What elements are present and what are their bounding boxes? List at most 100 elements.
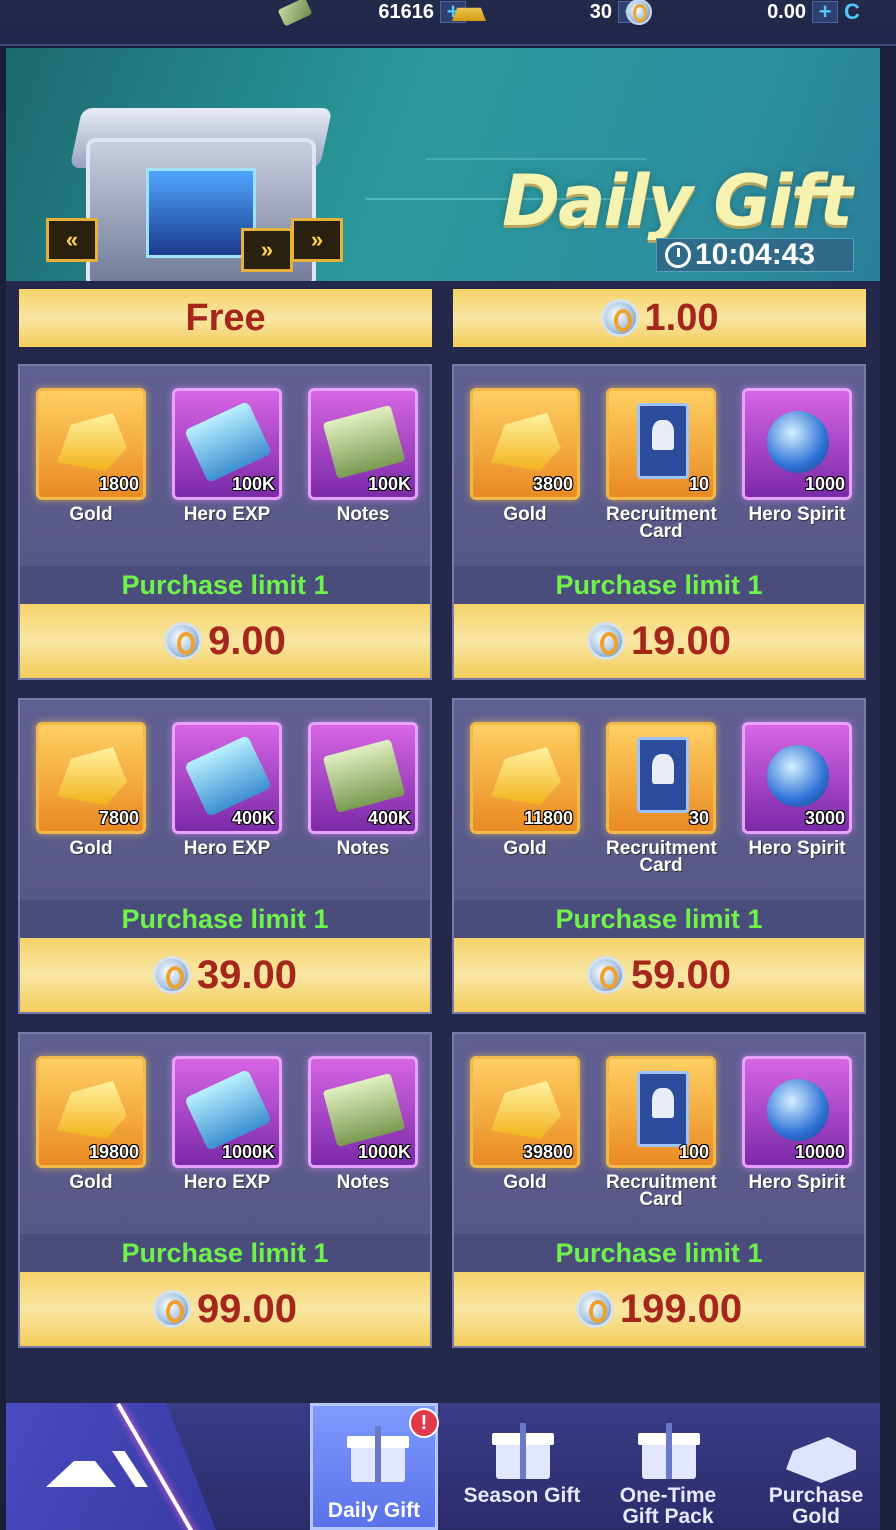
- gift-pack-card: 1800 Gold 100K Hero EXP 100K Notes Purchase…: [18, 364, 432, 680]
- tab-label: Daily Gift: [327, 1499, 421, 1522]
- item-label: Hero EXP: [183, 1172, 271, 1193]
- gold-value: 30: [589, 0, 612, 23]
- tab-season-gift[interactable]: Season Gift: [458, 1403, 586, 1530]
- chevron-chip-icon: «: [46, 218, 98, 262]
- buy-button[interactable]: 199.00: [454, 1272, 864, 1346]
- coin-resource: 0.00 + C: [626, 0, 860, 25]
- price-label: 19.00: [630, 618, 732, 663]
- coin-icon: [152, 1290, 191, 1328]
- tab-label: One-Time Gift Pack: [619, 1484, 717, 1528]
- buy-button[interactable]: 39.00: [20, 938, 430, 1012]
- item-label: Notes: [336, 504, 390, 525]
- hero-spirit-icon[interactable]: 10000: [742, 1056, 852, 1168]
- coin-icon: [600, 299, 639, 337]
- gold-icon[interactable]: 39800: [470, 1056, 580, 1168]
- cash-value: 61616: [378, 0, 434, 23]
- item-label: Recruitment Card: [606, 838, 717, 876]
- purchase-limit: Purchase limit 1: [454, 566, 864, 604]
- home-button[interactable]: [6, 1403, 216, 1530]
- purchase-limit: Purchase limit 1: [20, 566, 430, 604]
- refresh-icon[interactable]: C: [844, 0, 860, 25]
- gold-resource: 30 +: [452, 0, 644, 24]
- clock-icon: [665, 242, 691, 268]
- price-button[interactable]: 1.00: [453, 289, 866, 347]
- price-label: 99.00: [196, 1286, 298, 1331]
- item-label: Hero EXP: [183, 838, 271, 859]
- tab-label: Purchase Gold: [768, 1484, 864, 1528]
- hero-exp-icon[interactable]: 400K: [172, 722, 282, 834]
- resource-bar: 61616 + 30 + 0.00 + C: [0, 0, 896, 46]
- item-label: Recruitment Card: [606, 504, 717, 542]
- purchase-limit: Purchase limit 1: [454, 1234, 864, 1272]
- item-label: Hero Spirit: [748, 1172, 846, 1193]
- coin-icon: [586, 622, 625, 660]
- buy-button[interactable]: 19.00: [454, 604, 864, 678]
- hero-spirit-icon[interactable]: 1000: [742, 388, 852, 500]
- price-label: 1.00: [644, 296, 719, 339]
- gift-pack-card: 39800 Gold 100 Recruitment Card 10000 Hero …: [452, 1032, 866, 1348]
- notes-icon[interactable]: 1000K: [308, 1056, 418, 1168]
- coin-icon: [626, 0, 660, 25]
- item-label: Hero Spirit: [748, 838, 846, 859]
- item-label: Gold: [69, 1172, 113, 1193]
- countdown-timer: 10:04:43: [656, 238, 854, 272]
- item-label: Hero Spirit: [748, 504, 846, 525]
- hero-exp-icon[interactable]: 100K: [172, 388, 282, 500]
- buy-button[interactable]: 9.00: [20, 604, 430, 678]
- logo-icon: [46, 1451, 148, 1491]
- gold-icon[interactable]: 1800: [36, 388, 146, 500]
- banner-title: Daily Gift: [502, 160, 853, 242]
- coin-value: 0.00: [767, 0, 806, 23]
- gold-icon[interactable]: 7800: [36, 722, 146, 834]
- coin-icon: [164, 622, 203, 660]
- gift-pack-icon: [638, 1423, 700, 1479]
- alert-badge: !: [409, 1408, 439, 1438]
- buy-button[interactable]: 99.00: [20, 1272, 430, 1346]
- gift-box-icon: [492, 1423, 554, 1479]
- recruitment-card-icon[interactable]: 30: [606, 722, 716, 834]
- gold-icon[interactable]: 3800: [470, 388, 580, 500]
- recruitment-card-icon[interactable]: 100: [606, 1056, 716, 1168]
- chevron-chip-icon: »: [291, 218, 343, 262]
- gold-bar-icon: [452, 0, 486, 25]
- add-coin-button[interactable]: +: [812, 1, 838, 23]
- gold-icon[interactable]: 11800: [470, 722, 580, 834]
- hero-exp-icon[interactable]: 1000K: [172, 1056, 282, 1168]
- gift-pack-card: 19800 Gold 1000K Hero EXP 1000K Notes Purch…: [18, 1032, 432, 1348]
- cash-icon: [277, 0, 314, 27]
- item-label: Hero EXP: [183, 504, 271, 525]
- buy-button[interactable]: 59.00: [454, 938, 864, 1012]
- gift-pack-card: 11800 Gold 30 Recruitment Card 3000 Hero Sp…: [452, 698, 866, 1014]
- tab-purchase-gold[interactable]: Purchase Gold: [752, 1403, 880, 1530]
- hero-spirit-icon[interactable]: 3000: [742, 722, 852, 834]
- gift-icon: [347, 1426, 409, 1482]
- recruitment-card-icon[interactable]: 10: [606, 388, 716, 500]
- item-label: Notes: [336, 838, 390, 859]
- tab-label: Season Gift: [463, 1484, 581, 1507]
- purchase-limit: Purchase limit 1: [20, 900, 430, 938]
- gift-pack-card: 3800 Gold 10 Recruitment Card 1000 Hero Spi…: [452, 364, 866, 680]
- item-label: Gold: [503, 1172, 547, 1193]
- free-claim-button[interactable]: Free: [19, 289, 432, 347]
- treasure-chest-image: « » »: [36, 88, 366, 281]
- coin-icon: [586, 956, 625, 994]
- notes-icon[interactable]: 400K: [308, 722, 418, 834]
- item-label: Gold: [69, 504, 113, 525]
- price-label: 39.00: [196, 952, 298, 997]
- item-label: Gold: [503, 838, 547, 859]
- item-label: Gold: [503, 504, 547, 525]
- item-label: Recruitment Card: [606, 1172, 717, 1210]
- coin-icon: [152, 956, 191, 994]
- price-label: 59.00: [630, 952, 732, 997]
- timer-text: 10:04:43: [695, 238, 816, 271]
- purchase-limit: Purchase limit 1: [20, 1234, 430, 1272]
- tab-one-time-gift-pack[interactable]: One-Time Gift Pack: [604, 1403, 732, 1530]
- free-label: Free: [185, 296, 266, 339]
- notes-icon[interactable]: 100K: [308, 388, 418, 500]
- tab-daily-gift[interactable]: ! Daily Gift: [310, 1403, 439, 1530]
- item-label: Notes: [336, 1172, 390, 1193]
- bottom-nav: ! Daily Gift Season Gift One-Time Gift P…: [6, 1403, 880, 1530]
- price-label: 9.00: [208, 618, 286, 663]
- chevron-chip-icon: »: [241, 228, 293, 272]
- gold-icon[interactable]: 19800: [36, 1056, 146, 1168]
